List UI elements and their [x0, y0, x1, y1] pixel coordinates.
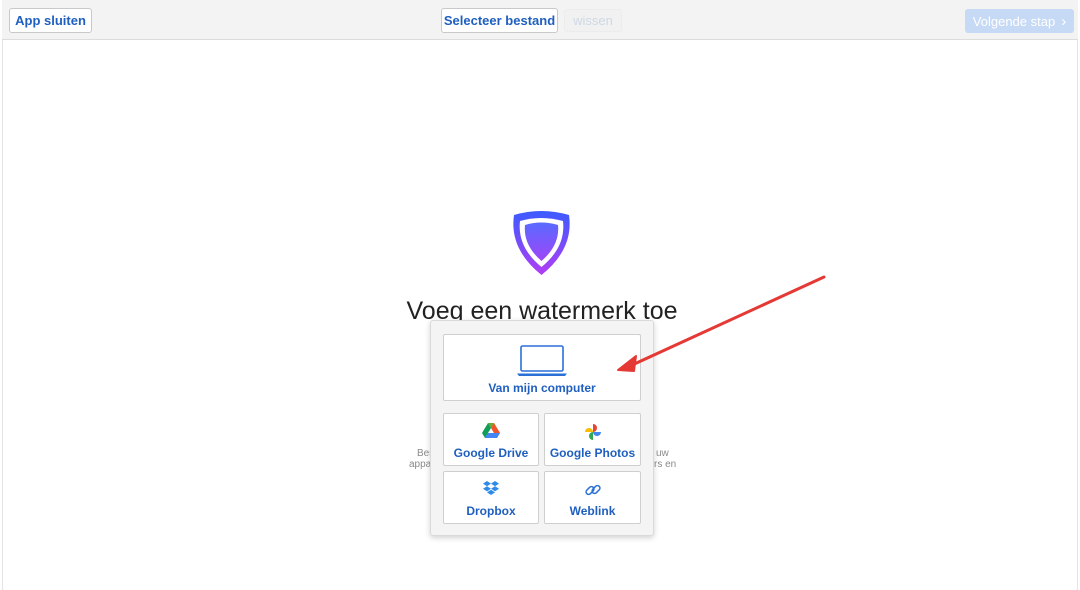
- dropbox-label: Dropbox: [466, 504, 516, 518]
- link-icon: [584, 484, 601, 496]
- shield-logo-icon: [513, 211, 570, 275]
- weblink-option[interactable]: Weblink: [544, 471, 641, 524]
- weblink-label: Weblink: [569, 504, 616, 518]
- google-photos-icon: [584, 424, 601, 440]
- dropbox-option[interactable]: Dropbox: [443, 471, 539, 524]
- file-source-menu: Van mijn computer Google Drive Google Ph…: [430, 320, 654, 536]
- chevron-right-icon: ›: [1061, 12, 1067, 30]
- laptop-icon: [517, 345, 567, 376]
- background-description-text: uw: [656, 448, 669, 459]
- select-file-button[interactable]: Selecteer bestand: [441, 8, 558, 33]
- google-photos-option[interactable]: Google Photos: [544, 413, 641, 466]
- from-my-computer-label: Van mijn computer: [488, 381, 596, 395]
- dropbox-icon: [483, 481, 499, 495]
- close-app-button[interactable]: App sluiten: [9, 8, 92, 33]
- background-description-text: appa: [409, 459, 432, 470]
- google-photos-label: Google Photos: [549, 446, 636, 460]
- background-description-text: rs en: [654, 459, 677, 470]
- from-my-computer-option[interactable]: Van mijn computer: [443, 334, 641, 401]
- google-drive-option[interactable]: Google Drive: [443, 413, 539, 466]
- next-step-label: Volgende stap: [972, 13, 1056, 29]
- google-drive-icon: [482, 423, 500, 438]
- next-step-button[interactable]: Volgende stap ›: [965, 9, 1074, 33]
- google-drive-label: Google Drive: [453, 446, 529, 460]
- clear-button[interactable]: wissen: [564, 9, 622, 32]
